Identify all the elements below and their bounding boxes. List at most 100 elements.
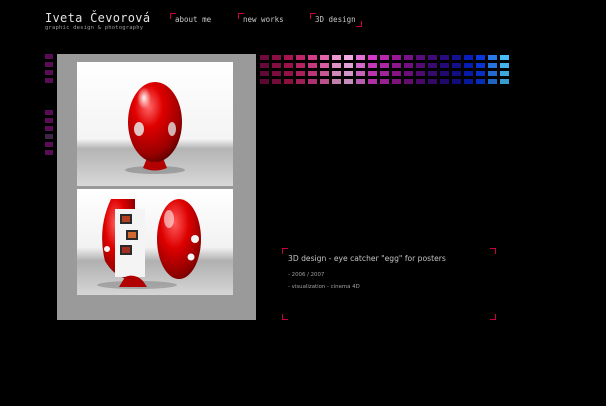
color-swatch[interactable] <box>368 79 377 84</box>
color-swatch[interactable] <box>404 79 413 84</box>
color-swatch[interactable] <box>464 55 473 60</box>
side-thumbnail[interactable] <box>45 54 53 59</box>
egg-open-image[interactable] <box>77 189 233 295</box>
color-swatch[interactable] <box>272 55 281 60</box>
color-swatch[interactable] <box>440 79 449 84</box>
color-swatch[interactable] <box>476 55 485 60</box>
color-swatch[interactable] <box>488 71 497 76</box>
color-swatch[interactable] <box>284 71 293 76</box>
color-swatch[interactable] <box>380 63 389 68</box>
color-swatch[interactable] <box>452 71 461 76</box>
color-swatch[interactable] <box>392 79 401 84</box>
nav-about-me[interactable]: about me <box>170 13 222 27</box>
color-swatch[interactable] <box>476 71 485 76</box>
side-thumbnail[interactable] <box>45 142 53 147</box>
side-thumbnail[interactable] <box>45 150 53 155</box>
color-swatch[interactable] <box>296 55 305 60</box>
color-swatch[interactable] <box>452 63 461 68</box>
color-swatch[interactable] <box>476 79 485 84</box>
side-thumbnail[interactable] <box>45 126 53 131</box>
color-swatch[interactable] <box>464 71 473 76</box>
color-swatch[interactable] <box>500 63 509 68</box>
color-swatch[interactable] <box>488 63 497 68</box>
color-swatch[interactable] <box>284 55 293 60</box>
side-thumbnail[interactable] <box>45 118 53 123</box>
color-swatch[interactable] <box>464 63 473 68</box>
color-swatch[interactable] <box>440 55 449 60</box>
color-swatch[interactable] <box>284 63 293 68</box>
color-swatch[interactable] <box>332 79 341 84</box>
color-swatch[interactable] <box>404 71 413 76</box>
color-swatch[interactable] <box>404 55 413 60</box>
color-swatch[interactable] <box>500 71 509 76</box>
color-swatch[interactable] <box>416 63 425 68</box>
color-swatch[interactable] <box>416 55 425 60</box>
nav-3d-design[interactable]: 3D design <box>310 13 362 27</box>
color-swatch[interactable] <box>368 63 377 68</box>
color-swatch[interactable] <box>356 63 365 68</box>
color-swatch[interactable] <box>440 71 449 76</box>
side-thumbnail[interactable] <box>45 70 53 75</box>
color-swatch[interactable] <box>356 71 365 76</box>
side-thumbnail[interactable] <box>45 78 53 83</box>
color-swatch[interactable] <box>392 63 401 68</box>
color-swatch[interactable] <box>404 63 413 68</box>
color-swatch[interactable] <box>380 71 389 76</box>
color-swatch[interactable] <box>368 71 377 76</box>
color-swatch[interactable] <box>308 63 317 68</box>
color-swatch[interactable] <box>428 63 437 68</box>
color-swatch[interactable] <box>428 79 437 84</box>
color-swatch[interactable] <box>416 71 425 76</box>
color-swatch[interactable] <box>344 71 353 76</box>
color-swatch[interactable] <box>392 71 401 76</box>
color-swatch[interactable] <box>344 63 353 68</box>
color-swatch[interactable] <box>500 55 509 60</box>
color-swatch[interactable] <box>332 71 341 76</box>
color-swatch[interactable] <box>416 79 425 84</box>
color-swatch[interactable] <box>308 71 317 76</box>
side-thumbnail[interactable] <box>45 134 53 139</box>
color-swatch[interactable] <box>488 55 497 60</box>
color-swatch[interactable] <box>296 63 305 68</box>
color-swatch[interactable] <box>296 71 305 76</box>
color-swatch[interactable] <box>260 71 269 76</box>
color-swatch[interactable] <box>488 79 497 84</box>
color-swatch[interactable] <box>380 55 389 60</box>
color-swatch[interactable] <box>452 79 461 84</box>
color-swatch[interactable] <box>368 55 377 60</box>
color-swatch[interactable] <box>452 55 461 60</box>
color-swatch[interactable] <box>356 55 365 60</box>
color-swatch[interactable] <box>320 63 329 68</box>
color-swatch[interactable] <box>320 71 329 76</box>
side-thumbnail[interactable] <box>45 62 53 67</box>
color-swatch[interactable] <box>260 79 269 84</box>
color-swatch[interactable] <box>356 79 365 84</box>
color-swatch[interactable] <box>392 55 401 60</box>
color-swatch[interactable] <box>428 55 437 60</box>
color-swatch[interactable] <box>380 79 389 84</box>
color-swatch[interactable] <box>272 71 281 76</box>
color-swatch[interactable] <box>260 55 269 60</box>
color-swatch[interactable] <box>320 79 329 84</box>
color-swatch[interactable] <box>476 63 485 68</box>
color-swatch[interactable] <box>332 63 341 68</box>
color-swatch[interactable] <box>296 79 305 84</box>
color-swatch[interactable] <box>332 55 341 60</box>
color-swatch[interactable] <box>320 55 329 60</box>
nav-new-works[interactable]: new works <box>238 13 294 27</box>
color-swatch[interactable] <box>260 63 269 68</box>
color-swatch[interactable] <box>272 79 281 84</box>
color-swatch[interactable] <box>308 55 317 60</box>
color-swatch[interactable] <box>344 55 353 60</box>
color-swatch[interactable] <box>308 79 317 84</box>
color-swatch[interactable] <box>272 63 281 68</box>
color-swatch[interactable] <box>344 79 353 84</box>
side-thumbnail[interactable] <box>45 110 53 115</box>
site-name[interactable]: Iveta Čevorová <box>45 11 150 25</box>
egg-closed-image[interactable] <box>77 62 233 186</box>
color-swatch[interactable] <box>464 79 473 84</box>
color-swatch[interactable] <box>500 79 509 84</box>
color-swatch[interactable] <box>428 71 437 76</box>
color-swatch[interactable] <box>284 79 293 84</box>
color-swatch[interactable] <box>440 63 449 68</box>
